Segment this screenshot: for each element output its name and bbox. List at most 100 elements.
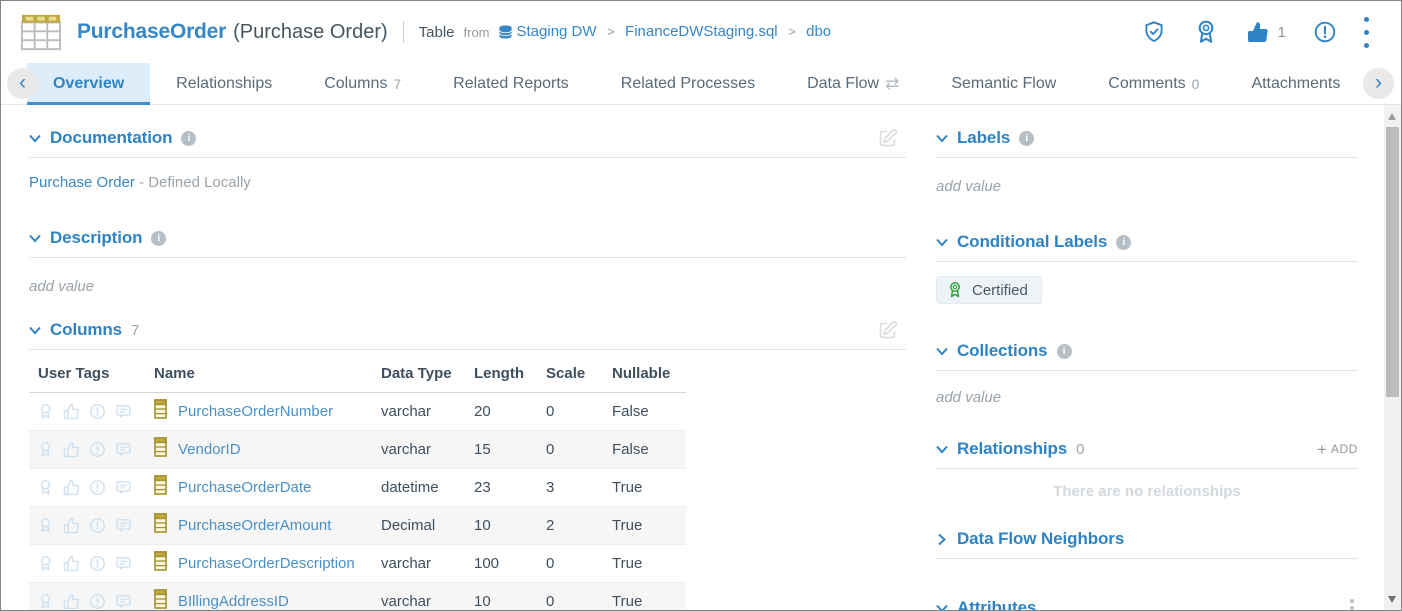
relationships-empty-message: There are no relationships bbox=[936, 483, 1358, 500]
right-column: Labels i add value Conditional Labels i … bbox=[936, 105, 1358, 610]
documentation-link[interactable]: Purchase Order bbox=[29, 174, 135, 191]
medal-icon[interactable] bbox=[37, 441, 54, 458]
alert-icon[interactable] bbox=[89, 517, 106, 534]
kebab-menu-icon[interactable] bbox=[1364, 17, 1369, 48]
section-title: Columns bbox=[50, 320, 122, 340]
tab-semantic-flow[interactable]: Semantic Flow bbox=[925, 63, 1082, 105]
tab-overview[interactable]: Overview bbox=[27, 63, 150, 105]
table-row: BIllingAddressID varchar 10 0 True bbox=[29, 582, 686, 610]
column-name-link[interactable]: PurchaseOrderDate bbox=[178, 479, 311, 496]
description-placeholder[interactable]: add value bbox=[29, 278, 906, 295]
collections-placeholder[interactable]: add value bbox=[936, 389, 1358, 406]
comment-icon[interactable] bbox=[115, 517, 132, 534]
tab-strip: Overview Relationships Columns7 Related … bbox=[27, 63, 1371, 105]
medal-icon[interactable] bbox=[37, 517, 54, 534]
comment-icon[interactable] bbox=[115, 403, 132, 420]
vertical-scrollbar[interactable] bbox=[1384, 105, 1401, 610]
cell-data-type: varchar bbox=[381, 430, 474, 468]
alert-icon[interactable] bbox=[89, 403, 106, 420]
chevron-down-icon[interactable] bbox=[936, 347, 948, 356]
alert-circle-icon[interactable] bbox=[1313, 20, 1337, 44]
column-name-link[interactable]: VendorID bbox=[178, 441, 241, 458]
thumbs-up-icon[interactable] bbox=[63, 593, 80, 610]
cell-nullable: True bbox=[612, 544, 686, 582]
column-name-link[interactable]: BIllingAddressID bbox=[178, 593, 289, 610]
edit-columns-button[interactable] bbox=[877, 320, 898, 341]
comment-icon[interactable] bbox=[115, 555, 132, 572]
breadcrumb-separator: > bbox=[607, 24, 615, 39]
plus-icon: + bbox=[1317, 441, 1327, 458]
tab-comments[interactable]: Comments0 bbox=[1082, 63, 1225, 105]
breadcrumb-database[interactable]: FinanceDWStaging.sql bbox=[625, 23, 778, 40]
user-tag-icons bbox=[29, 479, 154, 496]
edit-documentation-button[interactable] bbox=[877, 128, 898, 149]
column-name-link[interactable]: PurchaseOrderDescription bbox=[178, 555, 355, 572]
thumbs-up-icon[interactable] bbox=[63, 555, 80, 572]
thumbs-up-icon[interactable] bbox=[63, 479, 80, 496]
attributes-kebab-menu-icon[interactable] bbox=[1350, 599, 1354, 610]
shield-check-icon[interactable] bbox=[1142, 20, 1166, 44]
tab-attachments[interactable]: Attachments bbox=[1225, 63, 1366, 105]
breadcrumb-connection[interactable]: Staging DW bbox=[517, 23, 597, 40]
thumbs-up-icon[interactable] bbox=[63, 441, 80, 458]
chevron-down-icon[interactable] bbox=[29, 234, 41, 243]
add-relationship-button[interactable]: + ADD bbox=[1317, 441, 1358, 458]
tab-related-reports[interactable]: Related Reports bbox=[427, 63, 595, 105]
thumbs-up-icon[interactable] bbox=[63, 403, 80, 420]
alert-icon[interactable] bbox=[89, 555, 106, 572]
columns-count: 7 bbox=[131, 322, 139, 339]
medal-icon[interactable] bbox=[37, 403, 54, 420]
attributes-section-header: Attributes bbox=[936, 595, 1358, 610]
table-row: PurchaseOrderNumber varchar 20 0 False bbox=[29, 392, 686, 430]
cell-nullable: True bbox=[612, 506, 686, 544]
tabs-scroll-left-button[interactable]: ‹ bbox=[7, 68, 38, 99]
chevron-right-icon[interactable] bbox=[936, 535, 948, 544]
labels-section-header: Labels i bbox=[936, 125, 1358, 151]
chevron-down-icon[interactable] bbox=[936, 445, 948, 454]
tab-relationships[interactable]: Relationships bbox=[150, 63, 298, 105]
header-actions: 1 bbox=[1142, 17, 1385, 48]
cell-nullable: True bbox=[612, 582, 686, 610]
alert-icon[interactable] bbox=[89, 441, 106, 458]
column-name-link[interactable]: PurchaseOrderNumber bbox=[178, 403, 333, 420]
column-name-link[interactable]: PurchaseOrderAmount bbox=[178, 517, 331, 534]
scrollbar-down-arrow[interactable] bbox=[1388, 596, 1396, 603]
comment-icon[interactable] bbox=[115, 441, 132, 458]
col-header-scale: Scale bbox=[546, 356, 612, 392]
column-field-icon bbox=[154, 551, 167, 575]
labels-placeholder[interactable]: add value bbox=[936, 178, 1358, 195]
alert-icon[interactable] bbox=[89, 479, 106, 496]
cell-length: 20 bbox=[474, 392, 546, 430]
certified-chip[interactable]: Certified bbox=[936, 276, 1042, 304]
scrollbar-up-arrow[interactable] bbox=[1388, 113, 1396, 120]
section-title: Relationships bbox=[957, 439, 1067, 459]
column-field-icon bbox=[154, 589, 167, 610]
scrollbar-thumb[interactable] bbox=[1386, 127, 1399, 397]
medal-icon[interactable] bbox=[37, 555, 54, 572]
cell-data-type: datetime bbox=[381, 468, 474, 506]
chevron-down-icon[interactable] bbox=[936, 134, 948, 143]
certified-medal-icon[interactable] bbox=[1193, 19, 1219, 45]
from-label: from bbox=[464, 25, 490, 40]
breadcrumb-schema[interactable]: dbo bbox=[806, 23, 831, 40]
chevron-down-icon[interactable] bbox=[936, 238, 948, 247]
column-field-icon bbox=[154, 475, 167, 499]
alert-icon[interactable] bbox=[89, 593, 106, 610]
tabs-scroll-right-button[interactable]: › bbox=[1363, 68, 1394, 99]
thumbs-up-button[interactable]: 1 bbox=[1246, 20, 1286, 44]
medal-icon[interactable] bbox=[37, 593, 54, 610]
medal-icon[interactable] bbox=[37, 479, 54, 496]
tab-data-flow[interactable]: Data Flow⇄ bbox=[781, 63, 925, 105]
tab-columns[interactable]: Columns7 bbox=[298, 63, 427, 105]
comment-icon[interactable] bbox=[115, 479, 132, 496]
chevron-down-icon[interactable] bbox=[29, 134, 41, 143]
section-divider bbox=[29, 157, 906, 158]
thumbs-up-icon[interactable] bbox=[63, 517, 80, 534]
cell-scale: 0 bbox=[546, 392, 612, 430]
comment-icon[interactable] bbox=[115, 593, 132, 610]
tab-related-processes[interactable]: Related Processes bbox=[595, 63, 781, 105]
section-title: Description bbox=[50, 228, 142, 248]
chevron-down-icon[interactable] bbox=[29, 326, 41, 335]
column-field-icon bbox=[154, 399, 167, 423]
chevron-down-icon[interactable] bbox=[936, 604, 948, 611]
